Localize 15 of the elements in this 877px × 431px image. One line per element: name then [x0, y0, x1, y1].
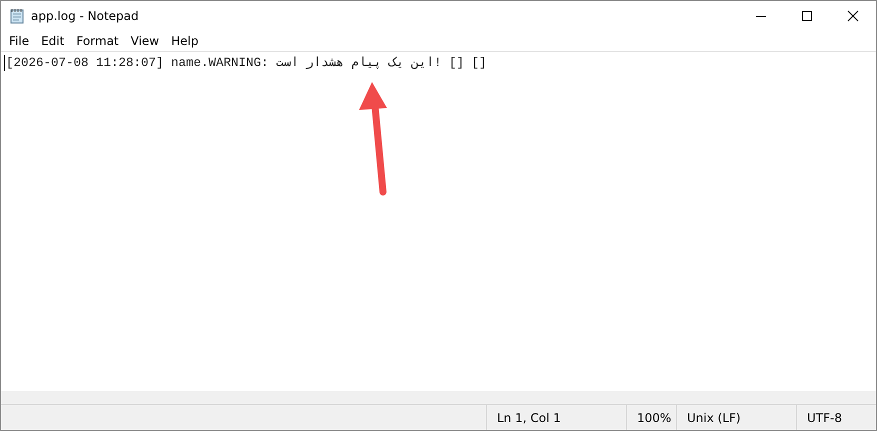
menu-item[interactable]: Help	[165, 34, 204, 48]
log-line: [2026-07-08 11:28:07] name.WARNING: این یک پیام هشدار است! [] []	[6, 56, 487, 70]
status-text: Unix (LF)	[687, 410, 741, 424]
menu-item[interactable]: Edit	[35, 34, 70, 48]
menu-item[interactable]: Format	[70, 34, 125, 48]
status-text: UTF-8	[807, 410, 842, 424]
menu-item[interactable]: File	[3, 34, 36, 48]
notepad-icon	[10, 8, 24, 24]
window-title: app.log - Notepad	[31, 9, 140, 23]
close-icon	[847, 10, 859, 22]
status-text: Ln 1, Col 1	[497, 410, 561, 424]
text-caret	[4, 54, 5, 71]
menu-item[interactable]: View	[124, 34, 166, 48]
status-text: 100%	[637, 410, 672, 424]
maximize-icon	[801, 10, 813, 22]
